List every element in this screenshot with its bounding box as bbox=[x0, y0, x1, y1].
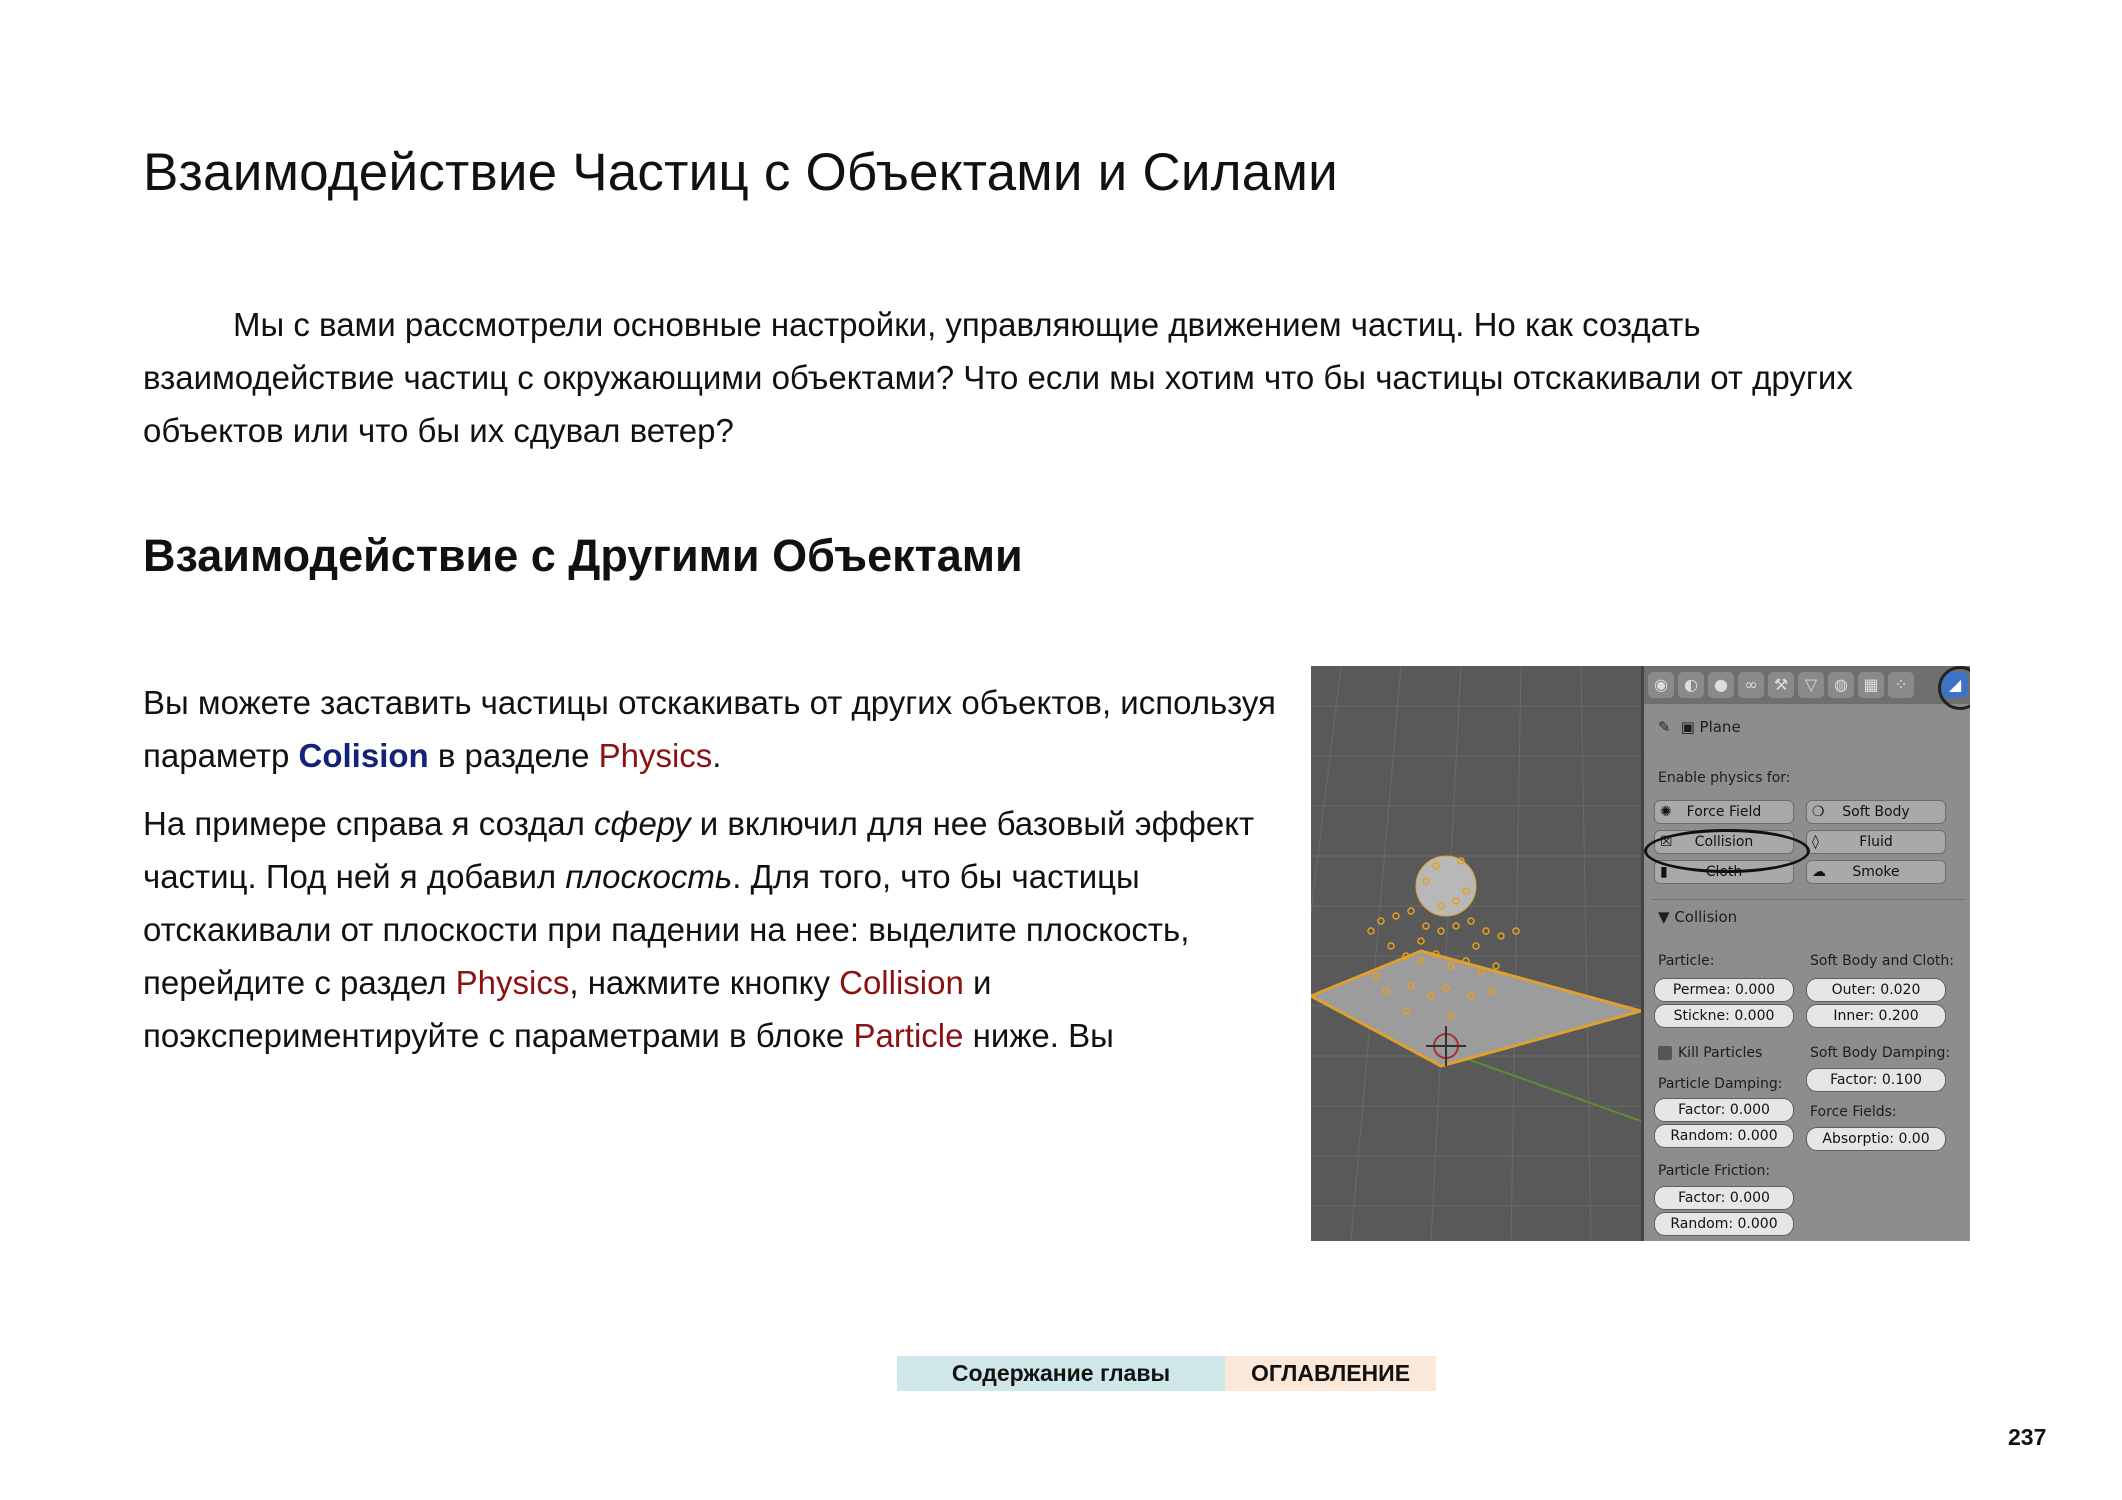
text-run: ниже. Вы bbox=[963, 1017, 1114, 1054]
fluid-button[interactable]: ◊ Fluid bbox=[1806, 830, 1946, 854]
chapter-contents-link[interactable]: Содержание главы bbox=[897, 1356, 1225, 1391]
context-path: ✎ ▣ Plane bbox=[1658, 718, 1741, 736]
soft-body-damping-factor-field[interactable]: Factor: 0.100 bbox=[1806, 1068, 1946, 1092]
drop-icon: ◊ bbox=[1812, 834, 1819, 850]
tab-constraints[interactable]: ⚒ bbox=[1768, 672, 1794, 698]
button-label: Force Field bbox=[1686, 804, 1762, 820]
permeability-field[interactable]: Permea: 0.000 bbox=[1654, 978, 1794, 1002]
collision-highlight bbox=[1644, 829, 1810, 873]
button-label: Smoke bbox=[1852, 864, 1900, 880]
keyword-collision: Collision bbox=[839, 964, 964, 1001]
tab-material[interactable]: ◍ bbox=[1828, 672, 1854, 698]
tab-scene[interactable]: ◐ bbox=[1678, 672, 1704, 698]
blender-screenshot: ◉ ◐ ● ∞ ⚒ ▽ ◍ ▦ ⁘ ◢ ✎ ▣ Plane Enable phys… bbox=[1311, 666, 1970, 1241]
emphasis-plane: плоскость bbox=[565, 858, 733, 895]
pin-icon[interactable]: ✎ bbox=[1658, 718, 1671, 736]
collision-section-header[interactable]: ▼ Collision bbox=[1658, 908, 1737, 926]
text-run: , нажмите кнопку bbox=[569, 964, 840, 1001]
particle-label: Particle: bbox=[1658, 953, 1715, 969]
soft-body-damping-label: Soft Body Damping: bbox=[1810, 1045, 1951, 1061]
tab-modifiers[interactable]: ▽ bbox=[1798, 672, 1824, 698]
particle-friction-factor-field[interactable]: Factor: 0.000 bbox=[1654, 1186, 1794, 1210]
outer-field[interactable]: Outer: 0.020 bbox=[1806, 978, 1946, 1002]
properties-panel: ◉ ◐ ● ∞ ⚒ ▽ ◍ ▦ ⁘ ◢ ✎ ▣ Plane Enable phys… bbox=[1641, 666, 1970, 1241]
keyword-physics: Physics bbox=[455, 964, 570, 1001]
text-run: На примере справа я создал bbox=[143, 805, 595, 842]
sphere-object bbox=[1415, 855, 1477, 917]
page-title: Взаимодействие Частиц с Объектами и Сила… bbox=[143, 143, 1338, 202]
intro-text: Мы с вами рассмотрели основные настройки… bbox=[143, 306, 1853, 449]
tab-texture[interactable]: ▦ bbox=[1858, 672, 1884, 698]
3d-viewport bbox=[1311, 666, 1641, 1241]
page-number: 237 bbox=[2008, 1424, 2047, 1450]
force-field-button[interactable]: ✺ Force Field bbox=[1654, 800, 1794, 824]
particle-damping-label: Particle Damping: bbox=[1658, 1076, 1783, 1092]
absorption-field[interactable]: Absorptio: 0.00 bbox=[1806, 1127, 1946, 1151]
keyword-particle: Particle bbox=[853, 1017, 964, 1054]
soft-body-cloth-label: Soft Body and Cloth: bbox=[1810, 953, 1954, 969]
text-run: . bbox=[712, 737, 722, 774]
keyword-physics: Physics bbox=[598, 737, 713, 774]
button-label: Fluid bbox=[1859, 834, 1893, 850]
soft-body-button[interactable]: ❍ Soft Body bbox=[1806, 800, 1946, 824]
properties-tabs: ◉ ◐ ● ∞ ⚒ ▽ ◍ ▦ ⁘ ◢ bbox=[1644, 666, 1970, 710]
section-heading: Взаимодействие с Другими Объектами bbox=[143, 530, 1023, 581]
force-field-icon: ✺ bbox=[1660, 804, 1672, 820]
kill-particles-label: Kill Particles bbox=[1678, 1045, 1763, 1061]
smoke-button[interactable]: ☁ Smoke bbox=[1806, 860, 1946, 884]
kill-particles-checkbox[interactable] bbox=[1658, 1046, 1672, 1060]
section-label: Collision bbox=[1674, 908, 1738, 926]
tab-world[interactable]: ● bbox=[1708, 672, 1734, 698]
soft-body-icon: ❍ bbox=[1812, 804, 1825, 820]
object-icon: ▣ bbox=[1680, 718, 1700, 736]
button-label: Soft Body bbox=[1842, 804, 1910, 820]
enable-physics-label: Enable physics for: bbox=[1658, 770, 1791, 786]
paragraph-collision: Вы можете заставить частицы отскакивать … bbox=[143, 676, 1283, 782]
paragraph-example: На примере справа я создал сферу и включ… bbox=[143, 797, 1283, 1062]
particle-friction-label: Particle Friction: bbox=[1658, 1163, 1771, 1179]
keyword-colision: Colision bbox=[298, 737, 429, 774]
intro-paragraph: Мы с вами рассмотрели основные настройки… bbox=[143, 298, 1943, 457]
particle-damping-factor-field[interactable]: Factor: 0.000 bbox=[1654, 1098, 1794, 1122]
text-run: в разделе bbox=[428, 737, 599, 774]
smoke-icon: ☁ bbox=[1812, 864, 1826, 880]
tab-particles[interactable]: ⁘ bbox=[1888, 672, 1914, 698]
particle-damping-random-field[interactable]: Random: 0.000 bbox=[1654, 1124, 1794, 1148]
tab-render[interactable]: ◉ bbox=[1648, 672, 1674, 698]
force-fields-label: Force Fields: bbox=[1810, 1104, 1897, 1120]
stickiness-field[interactable]: Stickne: 0.000 bbox=[1654, 1004, 1794, 1028]
section-body: Вы можете заставить частицы отскакивать … bbox=[143, 676, 1283, 1077]
object-name: Plane bbox=[1699, 718, 1741, 736]
tab-object[interactable]: ∞ bbox=[1738, 672, 1764, 698]
particle-friction-random-field[interactable]: Random: 0.000 bbox=[1654, 1212, 1794, 1236]
emphasis-sphere: сферу bbox=[594, 805, 691, 842]
physics-tab-highlight bbox=[1938, 666, 1970, 710]
inner-field[interactable]: Inner: 0.200 bbox=[1806, 1004, 1946, 1028]
divider bbox=[1652, 899, 1965, 900]
table-of-contents-link[interactable]: ОГЛАВЛЕНИЕ bbox=[1225, 1356, 1436, 1391]
